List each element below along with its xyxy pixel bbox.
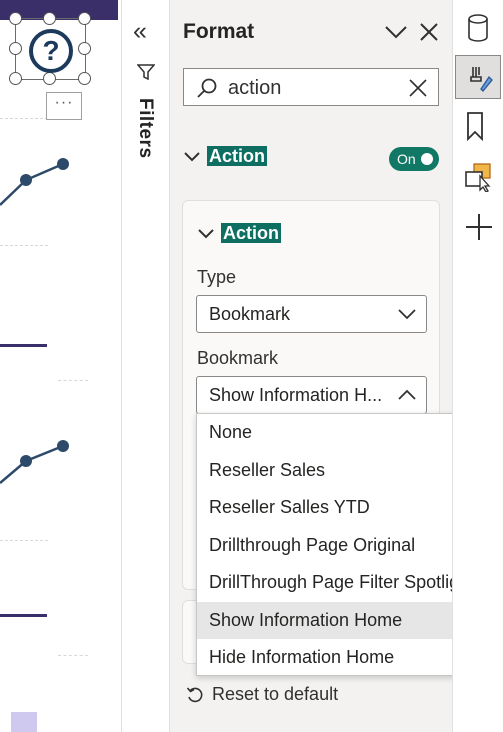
filters-label[interactable]: Filters [134,98,156,159]
dropdown-option[interactable]: DrillThrough Page Filter Spotlight [197,564,495,602]
help-question-icon[interactable]: ? [29,29,73,73]
dropdown-option[interactable]: Reseller Salles YTD [197,489,495,527]
chevron-down-icon [184,152,200,162]
chevron-up-icon [398,389,416,400]
chart-point [20,174,32,186]
pane-title: Format [183,20,255,43]
more-options-button[interactable]: ··· [46,92,82,120]
bookmark-value: Show Information H... [209,385,383,405]
resize-handle[interactable] [43,72,56,85]
dropdown-option[interactable]: Reseller Sales [197,452,495,490]
bookmarks-pane-button[interactable] [455,104,501,148]
collapse-chevron-icon[interactable] [384,22,408,42]
type-dropdown[interactable]: Bookmark [196,295,427,333]
plus-icon [466,214,492,240]
action-section-header[interactable]: Action [183,146,267,167]
bookmark-dropdown[interactable]: Show Information H... [196,376,427,414]
action-card-header[interactable]: Action [197,223,281,244]
dropdown-option[interactable]: Hide Information Home [197,639,495,677]
paint-brush-icon [470,67,493,92]
resize-handle[interactable] [43,12,56,25]
resize-handle[interactable] [9,12,22,25]
chevron-down-icon [398,309,416,320]
reset-icon [186,687,203,703]
format-pane-button[interactable] [455,55,501,99]
resize-handle[interactable] [9,72,22,85]
search-icon [197,78,217,98]
type-label: Type [197,267,237,287]
chart-line-bottom [0,444,64,484]
resize-handle[interactable] [78,72,91,85]
visualizations-rail [452,0,503,732]
add-pane-button[interactable] [455,205,501,249]
chevron-down-icon [198,229,214,239]
bookmark-icon [467,112,483,141]
selection-pane-button[interactable] [455,155,501,199]
reset-label: Reset to default [212,684,339,704]
search-value: action [228,77,282,99]
type-value: Bookmark [209,304,291,324]
filter-icon [137,64,155,80]
dropdown-option[interactable]: None [197,414,495,452]
resize-handle[interactable] [78,12,91,25]
filters-pane-collapsed: « Filters [121,0,170,732]
dropdown-option-selected[interactable]: Show Information Home [197,601,495,639]
action-toggle[interactable]: On [389,147,439,171]
expand-pane-chevron-icon[interactable]: « [133,16,147,46]
resize-handle[interactable] [78,42,91,55]
close-icon[interactable] [419,22,439,42]
bookmark-options-list: None Reseller Sales Reseller Salles YTD … [196,413,496,676]
chart-line-top [0,162,64,206]
reset-to-default-button[interactable]: Reset to default [186,684,338,705]
search-input[interactable]: action [183,68,439,106]
bookmark-label: Bookmark [197,348,279,368]
dropdown-option[interactable]: Drillthrough Page Original [197,527,495,565]
selection-pointer-icon [465,163,491,192]
section-title: Action [207,146,267,166]
clear-search-icon[interactable] [409,79,427,97]
card-title: Action [221,223,281,243]
chart-point [57,440,69,452]
resize-handle[interactable] [9,42,22,55]
database-icon [468,14,488,42]
chart-point [20,455,32,467]
canvas-shape [11,712,37,732]
report-canvas: ? ··· [0,0,121,732]
toggle-knob [421,153,433,165]
data-pane-button[interactable] [455,6,501,50]
toggle-label: On [397,151,416,167]
chart-point [57,158,69,170]
